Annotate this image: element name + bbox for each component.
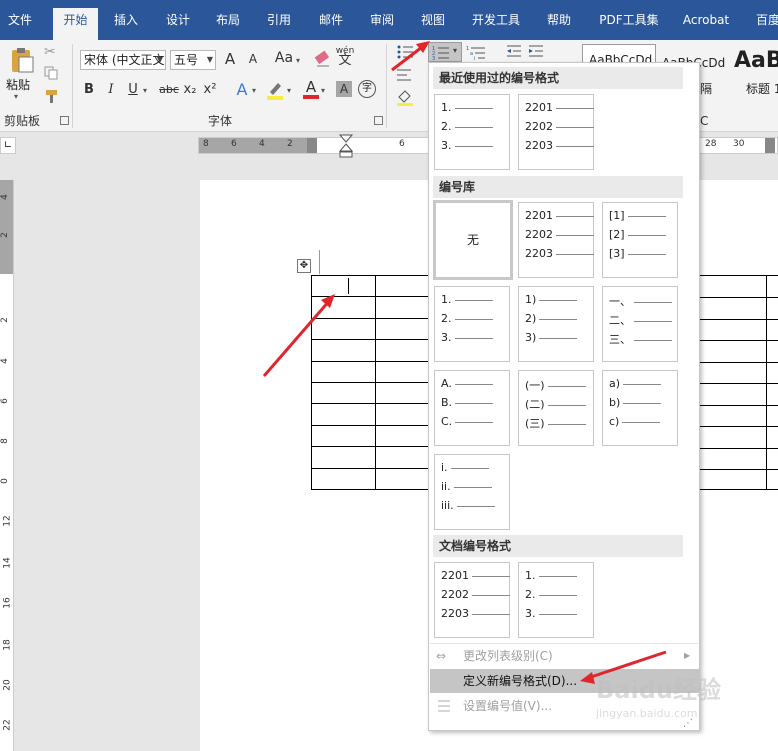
arrow-to-numbering [391, 41, 430, 72]
watermark: Baidu经验 jingyan.baidu.com [596, 670, 778, 730]
arrow-to-cell [262, 294, 335, 377]
annotation-arrows [262, 41, 667, 684]
watermark-sub: jingyan.baidu.com [596, 707, 698, 720]
watermark-text: Baidu经验 [596, 676, 721, 704]
